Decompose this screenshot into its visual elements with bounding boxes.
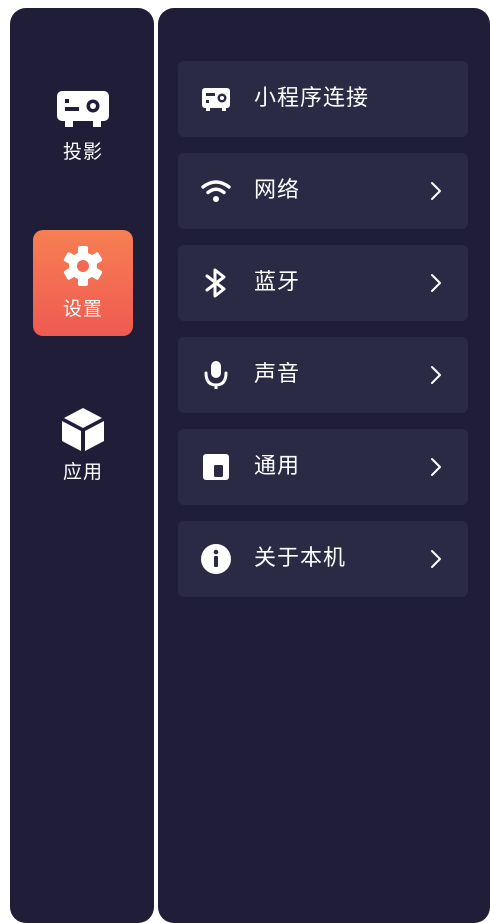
- settings-item-bluetooth[interactable]: 蓝牙: [178, 245, 468, 321]
- gear-icon: [55, 242, 111, 290]
- sidebar-item-label: 设置: [62, 298, 103, 320]
- sidebar-item-projection[interactable]: 投影: [33, 73, 133, 179]
- general-icon: [200, 451, 232, 483]
- settings-item-network[interactable]: 网络: [178, 153, 468, 229]
- settings-item-label: 小程序连接: [254, 86, 370, 111]
- chevron-right-icon: [430, 549, 442, 569]
- settings-panel: 小程序连接 网络 蓝牙 声音 通用 关于本机: [158, 8, 490, 923]
- settings-item-about[interactable]: 关于本机: [178, 521, 468, 597]
- sidebar: 投影 设置 应用: [10, 8, 154, 923]
- settings-item-label: 通用: [254, 454, 301, 479]
- chevron-right-icon: [430, 273, 442, 293]
- projector-icon: [55, 85, 111, 133]
- settings-item-mini-program[interactable]: 小程序连接: [178, 61, 468, 137]
- chevron-right-icon: [430, 365, 442, 385]
- cube-icon: [55, 405, 111, 453]
- info-icon: [200, 543, 232, 575]
- sidebar-item-label: 投影: [62, 141, 103, 163]
- chevron-right-icon: [430, 457, 442, 477]
- wifi-icon: [200, 175, 232, 207]
- settings-item-label: 声音: [254, 362, 301, 387]
- chevron-right-icon: [430, 181, 442, 201]
- settings-item-label: 网络: [254, 178, 301, 203]
- settings-item-sound[interactable]: 声音: [178, 337, 468, 413]
- settings-item-label: 蓝牙: [254, 270, 301, 295]
- sidebar-item-apps[interactable]: 应用: [33, 393, 133, 499]
- bluetooth-icon: [200, 267, 232, 299]
- microphone-icon: [200, 359, 232, 391]
- sidebar-item-label: 应用: [62, 461, 103, 483]
- mini-program-icon: [200, 83, 232, 115]
- settings-item-general[interactable]: 通用: [178, 429, 468, 505]
- sidebar-item-settings[interactable]: 设置: [33, 230, 133, 336]
- settings-item-label: 关于本机: [254, 546, 347, 571]
